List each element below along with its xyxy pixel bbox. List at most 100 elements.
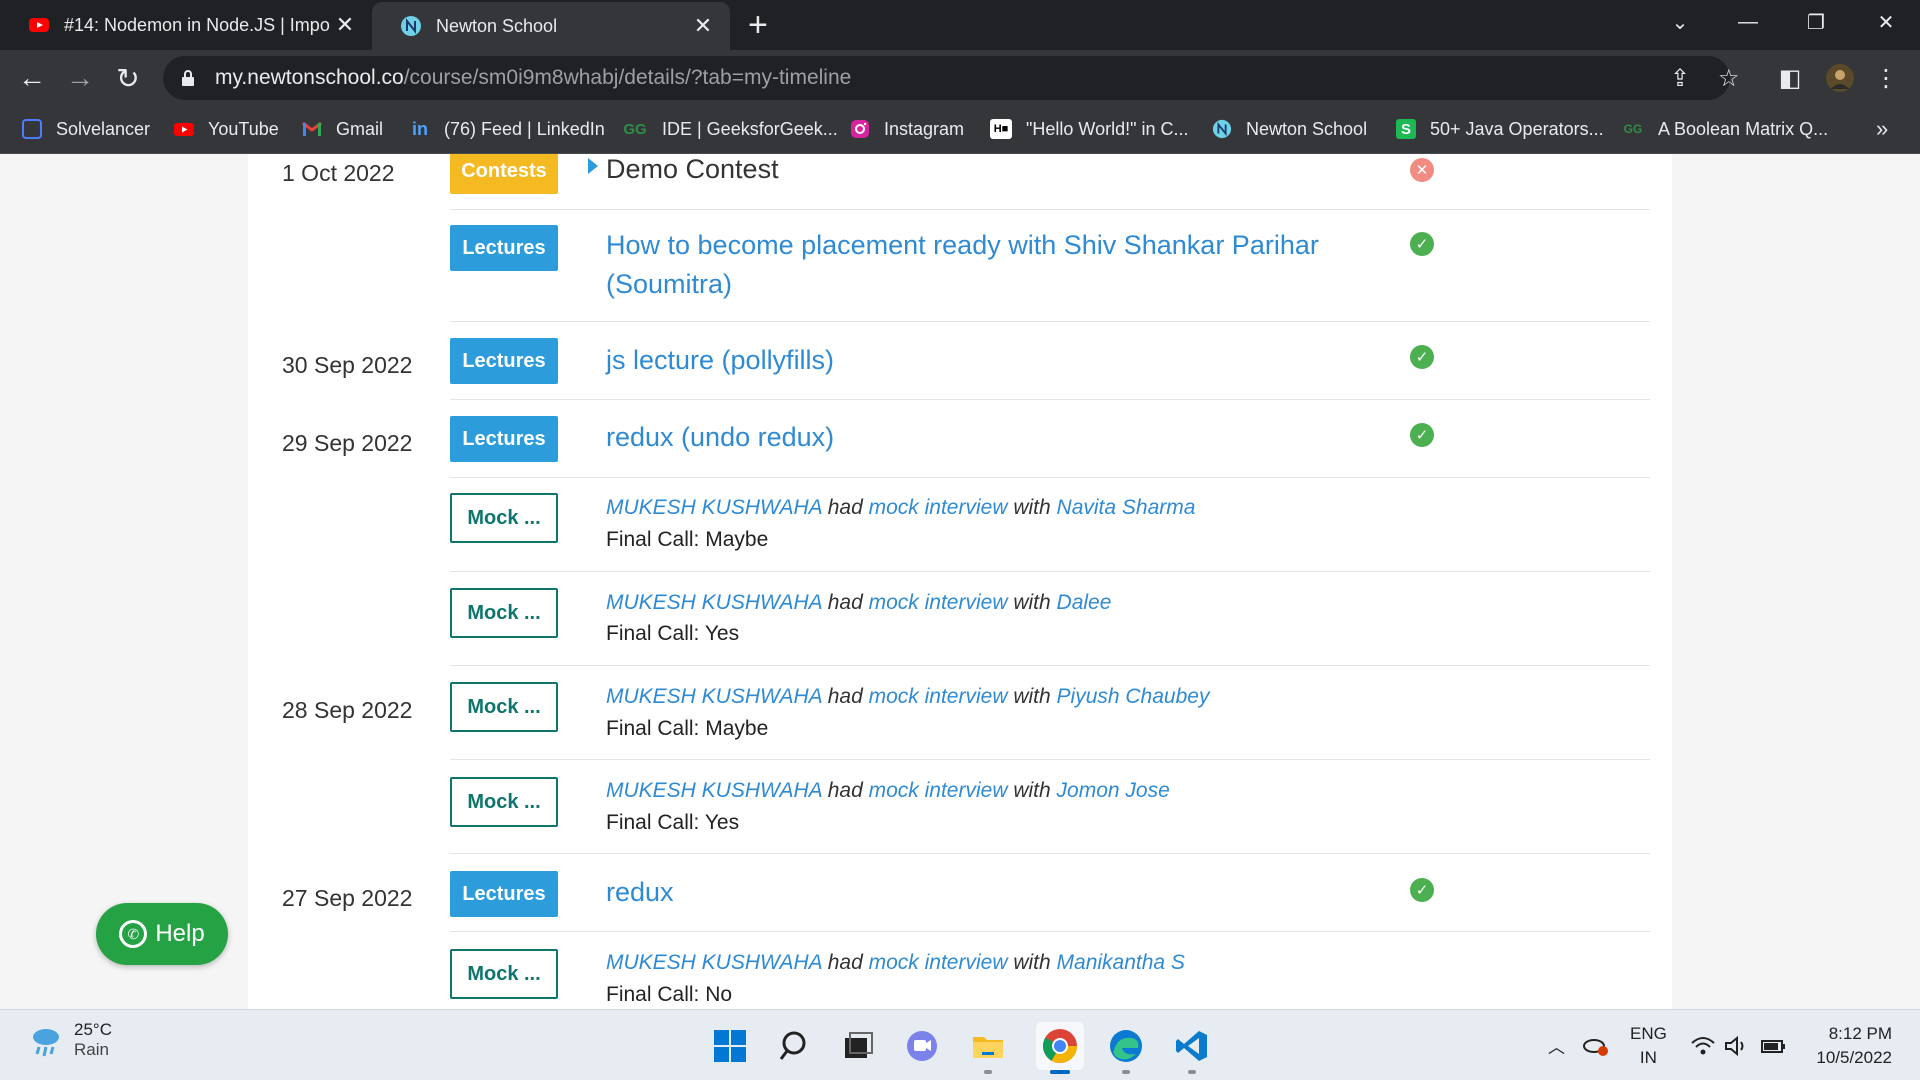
bookmark-linkedin[interactable]: in (76) Feed | LinkedIn: [410, 106, 605, 152]
tab-strip: #14: Nodemon in Node.JS | Impo ✕ Newton …: [0, 0, 1920, 50]
weather-condition: Rain: [74, 1040, 109, 1059]
mock-text: with: [1013, 951, 1051, 974]
linkedin-icon: in: [412, 118, 428, 139]
reload-button[interactable]: ↻: [110, 60, 146, 96]
final-call-value: No: [705, 983, 733, 1006]
gmail-icon: [302, 121, 322, 136]
restore-button[interactable]: ❐: [1782, 0, 1850, 44]
bookmark-label: Instagram: [884, 118, 965, 139]
back-button[interactable]: ←: [14, 60, 50, 96]
edge-icon[interactable]: [1102, 1022, 1150, 1074]
final-call-label: Final Call:: [606, 983, 700, 1006]
bookmark-label: (76) Feed | LinkedIn: [444, 118, 605, 139]
system-clock[interactable]: 8:12 PM 10/5/2022: [1816, 1022, 1892, 1070]
timeline-date: 28 Sep 2022: [282, 697, 413, 723]
youtube-icon: [29, 18, 49, 32]
close-tab-icon[interactable]: ✕: [692, 13, 714, 39]
windows-start-icon[interactable]: [706, 1022, 754, 1070]
close-tab-icon[interactable]: ✕: [334, 12, 356, 38]
help-label: Help: [155, 920, 205, 947]
geeksforgeeks-icon: GG: [623, 120, 647, 138]
onedrive-error-icon[interactable]: [1582, 1010, 1610, 1080]
bookmark-boolean-matrix[interactable]: GG A Boolean Matrix Q...: [1622, 106, 1828, 152]
solvelancer-icon: [22, 119, 42, 139]
bookmark-label: IDE | GeeksforGeek...: [662, 118, 838, 139]
clock-date: 10/5/2022: [1816, 1048, 1892, 1067]
mock-text: had: [827, 951, 863, 974]
timeline-row: [450, 322, 1650, 400]
mock-interview-summary: MUKESH KUSHWAHA had mock interview with …: [606, 951, 1185, 975]
show-hidden-icons-chevron[interactable]: ︿: [1548, 1010, 1565, 1080]
profile-avatar[interactable]: [1822, 60, 1858, 96]
address-bar[interactable]: my.newtonschool.co/course/sm0i9m8whabj/d…: [163, 56, 1730, 100]
timeline-row: [450, 666, 1650, 760]
tab-nodemon[interactable]: #14: Nodemon in Node.JS | Impo ✕: [0, 0, 372, 50]
minimize-button[interactable]: —: [1714, 0, 1782, 44]
menu-kebab-icon[interactable]: ⋮: [1868, 60, 1904, 96]
teams-chat-icon[interactable]: [898, 1022, 946, 1070]
language-code: ENG: [1630, 1024, 1667, 1043]
language-indicator[interactable]: ENG IN: [1630, 1022, 1667, 1070]
timeline-row: [450, 854, 1650, 932]
bookmark-instagram[interactable]: Instagram: [850, 106, 964, 152]
help-button[interactable]: ✆ Help: [96, 903, 228, 965]
rain-cloud-icon: [28, 1023, 62, 1057]
whatsapp-icon: ✆: [119, 920, 148, 948]
geeksforgeeks-icon: GG: [1623, 122, 1643, 136]
close-window-button[interactable]: ✕: [1852, 0, 1920, 44]
interviewer-link[interactable]: Manikantha S: [1057, 951, 1185, 974]
timeline-date: 1 Oct 2022: [282, 160, 395, 186]
timeline-row: [450, 478, 1650, 572]
mock-interview-link[interactable]: mock interview: [869, 951, 1008, 974]
timeline-row: [450, 210, 1650, 322]
url-path: /course/sm0i9m8whabj/details/?tab=my-tim…: [403, 66, 852, 89]
timeline-date: 27 Sep 2022: [282, 885, 413, 911]
bookmark-gmail[interactable]: Gmail: [302, 106, 383, 152]
region-code: IN: [1639, 1048, 1657, 1067]
battery-icon[interactable]: [1760, 1010, 1786, 1080]
wifi-icon[interactable]: [1690, 1010, 1716, 1080]
weather-widget[interactable]: 25°C Rain: [28, 1020, 112, 1060]
volume-icon[interactable]: [1724, 1010, 1750, 1080]
side-panel-icon[interactable]: ◧: [1772, 60, 1808, 96]
timeline-row: [450, 572, 1650, 666]
tab-search-icon[interactable]: ⌄: [1646, 0, 1714, 44]
more-bookmarks-button[interactable]: »: [1876, 106, 1888, 152]
lock-icon: [182, 70, 194, 86]
search-icon[interactable]: [772, 1022, 820, 1070]
tab-newton-school[interactable]: Newton School ✕: [372, 2, 730, 50]
bookmark-geeksforgeeks-ide[interactable]: GG IDE | GeeksforGeek...: [622, 106, 838, 152]
clock-time: 8:12 PM: [1828, 1024, 1892, 1043]
new-tab-button[interactable]: +: [748, 7, 768, 43]
timeline-row: [450, 154, 1650, 210]
timeline-date: 30 Sep 2022: [282, 352, 413, 378]
newton-school-icon: [401, 16, 421, 36]
chrome-taskbar-icon[interactable]: [1036, 1022, 1084, 1074]
bookmark-newton-school[interactable]: Newton School: [1212, 106, 1367, 152]
vscode-icon[interactable]: [1168, 1022, 1216, 1074]
running-indicator: [984, 1070, 992, 1074]
timeline-row: [450, 760, 1650, 854]
tab-title: Newton School: [436, 15, 558, 36]
running-indicator: [1188, 1070, 1196, 1074]
final-call: Final Call: No: [606, 983, 732, 1007]
bookmark-label: A Boolean Matrix Q...: [1658, 118, 1829, 139]
share-icon[interactable]: ⇪: [1670, 64, 1690, 93]
running-indicator: [1050, 1070, 1070, 1074]
browser-toolbar: ← → ↻ my.newtonschool.co/course/sm0i9m8w…: [0, 50, 1920, 106]
s-icon: S: [1396, 119, 1416, 139]
bookmark-star-icon[interactable]: ☆: [1718, 64, 1740, 93]
url-host: my.newtonschool.co: [215, 66, 404, 89]
url-text: my.newtonschool.co/course/sm0i9m8whabj/d…: [215, 66, 851, 90]
bookmark-hello-world[interactable]: H■ "Hello World!" in C...: [990, 106, 1189, 152]
bookmark-java-operators[interactable]: S 50+ Java Operators...: [1396, 106, 1604, 152]
file-explorer-icon[interactable]: [964, 1022, 1012, 1074]
bookmark-solvelancer[interactable]: Solvelancer: [22, 106, 150, 152]
bookmark-label: YouTube: [208, 118, 279, 139]
instagram-icon: [851, 120, 869, 138]
bookmark-youtube[interactable]: YouTube: [174, 106, 279, 152]
student-link[interactable]: MUKESH KUSHWAHA: [606, 951, 822, 974]
task-view-icon[interactable]: [834, 1022, 882, 1070]
forward-button[interactable]: →: [62, 60, 98, 96]
timeline-row: [450, 400, 1650, 478]
